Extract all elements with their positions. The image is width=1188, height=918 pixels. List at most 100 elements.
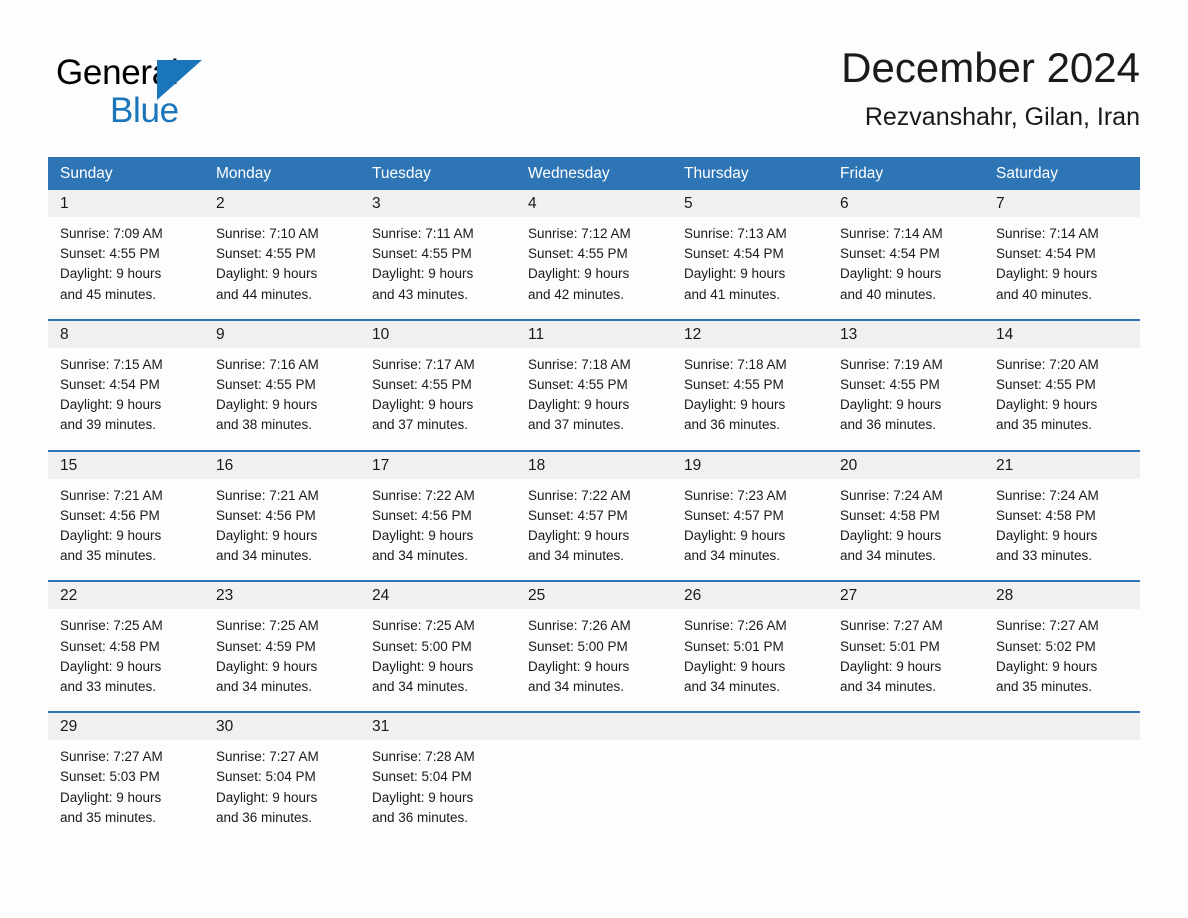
day-sunset-line: Sunset: 5:03 PM [60, 769, 160, 785]
calendar-day-cell[interactable]: Sunrise: 7:26 AM Sunset: 5:00 PM Daylight:… [516, 609, 672, 711]
calendar-day-cell[interactable]: Sunrise: 7:27 AM Sunset: 5:02 PM Daylight:… [984, 609, 1140, 711]
day-number[interactable]: 28 [984, 582, 1140, 609]
day-sunrise-line: Sunrise: 7:24 AM [840, 487, 943, 503]
week-detail-row: Sunrise: 7:21 AM Sunset: 4:56 PM Daylight:… [48, 479, 1140, 581]
day-sunrise-line: Sunrise: 7:26 AM [528, 618, 631, 634]
day-number[interactable]: 30 [204, 713, 360, 740]
day-sunset-line: Sunset: 4:55 PM [60, 246, 160, 262]
day-daylight-line: Daylight: 9 hours [840, 266, 942, 282]
calendar-day-cell[interactable]: Sunrise: 7:25 AM Sunset: 4:58 PM Daylight:… [48, 609, 204, 711]
day-number[interactable]: 11 [516, 321, 672, 348]
calendar-day-cell[interactable]: Sunrise: 7:16 AM Sunset: 4:55 PM Daylight:… [204, 348, 360, 450]
calendar-day-cell[interactable]: Sunrise: 7:12 AM Sunset: 4:55 PM Daylight:… [516, 217, 672, 319]
calendar-day-cell[interactable]: Sunrise: 7:10 AM Sunset: 4:55 PM Daylight:… [204, 217, 360, 319]
day-sunrise-line: Sunrise: 7:27 AM [840, 618, 943, 634]
day-details: Sunrise: 7:09 AM Sunset: 4:55 PM Daylight:… [48, 217, 204, 305]
day-sunset-line: Sunset: 4:55 PM [684, 377, 784, 393]
day-number[interactable]: 8 [48, 321, 204, 348]
calendar-day-cell[interactable]: Sunrise: 7:09 AM Sunset: 4:55 PM Daylight:… [48, 217, 204, 319]
day-number[interactable]: 20 [828, 452, 984, 479]
calendar-day-cell[interactable]: Sunrise: 7:28 AM Sunset: 5:04 PM Daylight:… [360, 740, 516, 842]
day-number[interactable]: 31 [360, 713, 516, 740]
location-subtitle: Rezvanshahr, Gilan, Iran [864, 103, 1140, 131]
day-number[interactable]: 7 [984, 190, 1140, 217]
day-sunset-line: Sunset: 4:54 PM [996, 246, 1096, 262]
day-daylight-line: Daylight: 9 hours [60, 397, 162, 413]
calendar-day-cell[interactable]: Sunrise: 7:24 AM Sunset: 4:58 PM Daylight:… [984, 479, 1140, 581]
day-daylight-line: Daylight: 9 hours [60, 658, 162, 674]
day-details: Sunrise: 7:26 AM Sunset: 5:01 PM Daylight:… [672, 609, 828, 697]
day-number[interactable]: 12 [672, 321, 828, 348]
day-daylight-line: and 38 minutes. [216, 417, 313, 433]
day-number[interactable]: 1 [48, 190, 204, 217]
day-details [516, 740, 672, 747]
day-number[interactable]: 18 [516, 452, 672, 479]
calendar-day-cell[interactable]: Sunrise: 7:26 AM Sunset: 5:01 PM Daylight:… [672, 609, 828, 711]
day-number[interactable]: 27 [828, 582, 984, 609]
calendar-day-cell[interactable]: Sunrise: 7:21 AM Sunset: 4:56 PM Daylight:… [48, 479, 204, 581]
calendar-day-cell[interactable]: Sunrise: 7:15 AM Sunset: 4:54 PM Daylight:… [48, 348, 204, 450]
day-number-empty [672, 713, 828, 740]
day-number[interactable]: 24 [360, 582, 516, 609]
day-daylight-line: Daylight: 9 hours [528, 528, 630, 544]
calendar-day-cell[interactable]: Sunrise: 7:17 AM Sunset: 4:55 PM Daylight:… [360, 348, 516, 450]
day-sunset-line: Sunset: 4:55 PM [840, 377, 940, 393]
calendar-day-cell[interactable]: Sunrise: 7:22 AM Sunset: 4:56 PM Daylight:… [360, 479, 516, 581]
day-daylight-line: and 34 minutes. [684, 679, 781, 695]
page-header: General Blue December 2024 Rezvanshahr, … [48, 40, 1140, 148]
calendar-day-cell[interactable]: Sunrise: 7:19 AM Sunset: 4:55 PM Daylight:… [828, 348, 984, 450]
day-number[interactable]: 25 [516, 582, 672, 609]
day-daylight-line: Daylight: 9 hours [996, 528, 1098, 544]
day-daylight-line: Daylight: 9 hours [684, 397, 786, 413]
day-daylight-line: and 36 minutes. [372, 809, 469, 825]
calendar-day-cell[interactable]: Sunrise: 7:22 AM Sunset: 4:57 PM Daylight:… [516, 479, 672, 581]
day-number[interactable]: 23 [204, 582, 360, 609]
day-sunset-line: Sunset: 4:55 PM [372, 377, 472, 393]
day-number[interactable]: 26 [672, 582, 828, 609]
title-block: December 2024 Rezvanshahr, Gilan, Iran [841, 40, 1140, 134]
calendar-day-cell[interactable]: Sunrise: 7:27 AM Sunset: 5:01 PM Daylight:… [828, 609, 984, 711]
calendar-day-cell[interactable]: Sunrise: 7:25 AM Sunset: 4:59 PM Daylight:… [204, 609, 360, 711]
day-number[interactable]: 4 [516, 190, 672, 217]
calendar-day-cell[interactable]: Sunrise: 7:24 AM Sunset: 4:58 PM Daylight:… [828, 479, 984, 581]
day-details: Sunrise: 7:21 AM Sunset: 4:56 PM Daylight:… [204, 479, 360, 567]
day-sunset-line: Sunset: 5:04 PM [216, 769, 316, 785]
day-sunrise-line: Sunrise: 7:28 AM [372, 749, 475, 765]
day-daylight-line: and 35 minutes. [60, 809, 157, 825]
day-number[interactable]: 17 [360, 452, 516, 479]
day-number[interactable]: 13 [828, 321, 984, 348]
calendar-day-cell-empty [828, 740, 984, 842]
day-sunset-line: Sunset: 4:58 PM [60, 638, 160, 654]
day-number[interactable]: 29 [48, 713, 204, 740]
day-number[interactable]: 6 [828, 190, 984, 217]
day-number[interactable]: 14 [984, 321, 1140, 348]
day-of-week-monday: Monday [216, 165, 272, 182]
day-daylight-line: and 34 minutes. [840, 679, 937, 695]
calendar-day-cell[interactable]: Sunrise: 7:21 AM Sunset: 4:56 PM Daylight:… [204, 479, 360, 581]
calendar-day-cell[interactable]: Sunrise: 7:27 AM Sunset: 5:04 PM Daylight:… [204, 740, 360, 842]
calendar-day-cell[interactable]: Sunrise: 7:14 AM Sunset: 4:54 PM Daylight:… [828, 217, 984, 319]
day-details: Sunrise: 7:23 AM Sunset: 4:57 PM Daylight:… [672, 479, 828, 567]
calendar-day-cell[interactable]: Sunrise: 7:13 AM Sunset: 4:54 PM Daylight:… [672, 217, 828, 319]
day-number[interactable]: 16 [204, 452, 360, 479]
day-number[interactable]: 3 [360, 190, 516, 217]
day-number[interactable]: 21 [984, 452, 1140, 479]
day-sunrise-line: Sunrise: 7:22 AM [372, 487, 475, 503]
day-sunrise-line: Sunrise: 7:25 AM [216, 618, 319, 634]
calendar-day-cell[interactable]: Sunrise: 7:27 AM Sunset: 5:03 PM Daylight:… [48, 740, 204, 842]
day-number[interactable]: 5 [672, 190, 828, 217]
day-number[interactable]: 2 [204, 190, 360, 217]
day-number[interactable]: 22 [48, 582, 204, 609]
calendar-day-cell[interactable]: Sunrise: 7:25 AM Sunset: 5:00 PM Daylight:… [360, 609, 516, 711]
calendar-day-cell[interactable]: Sunrise: 7:23 AM Sunset: 4:57 PM Daylight:… [672, 479, 828, 581]
calendar-day-cell[interactable]: Sunrise: 7:11 AM Sunset: 4:55 PM Daylight:… [360, 217, 516, 319]
day-number[interactable]: 10 [360, 321, 516, 348]
calendar-day-cell[interactable]: Sunrise: 7:20 AM Sunset: 4:55 PM Daylight:… [984, 348, 1140, 450]
day-number[interactable]: 15 [48, 452, 204, 479]
calendar-day-cell[interactable]: Sunrise: 7:18 AM Sunset: 4:55 PM Daylight:… [516, 348, 672, 450]
calendar-day-cell[interactable]: Sunrise: 7:18 AM Sunset: 4:55 PM Daylight:… [672, 348, 828, 450]
day-daylight-line: Daylight: 9 hours [372, 266, 474, 282]
day-number[interactable]: 9 [204, 321, 360, 348]
calendar-day-cell[interactable]: Sunrise: 7:14 AM Sunset: 4:54 PM Daylight:… [984, 217, 1140, 319]
day-number[interactable]: 19 [672, 452, 828, 479]
